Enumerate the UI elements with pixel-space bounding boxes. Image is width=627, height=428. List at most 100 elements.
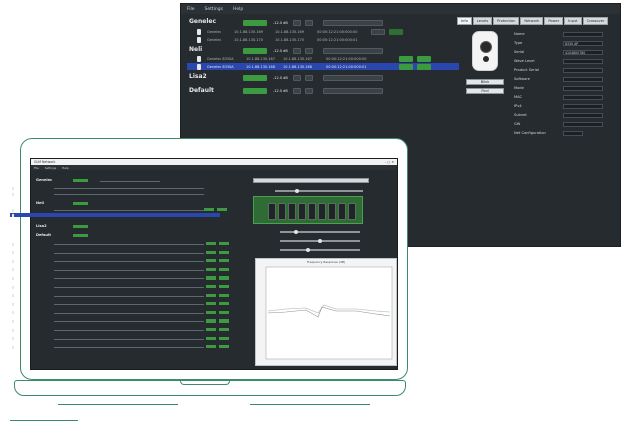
laptop-device-btn[interactable]: [206, 345, 216, 349]
laptop-device-btn[interactable]: [219, 242, 229, 246]
laptop-device-btn[interactable]: [219, 319, 229, 323]
laptop-device-btn[interactable]: [219, 285, 229, 289]
laptop-selected-device-row[interactable]: [10, 213, 220, 217]
group-lisa2-profile-select[interactable]: [323, 75, 383, 81]
group-lisa2-power-button[interactable]: [243, 75, 267, 81]
laptop-device-btn[interactable]: [219, 345, 229, 349]
laptop-device-btn[interactable]: [219, 336, 229, 340]
blink-button[interactable]: Blink: [466, 79, 504, 85]
group-genelec[interactable]: Genelec: [189, 18, 216, 25]
tab-protection[interactable]: Protection: [493, 17, 520, 25]
tab-network[interactable]: Network: [520, 17, 544, 25]
group-lisa2[interactable]: Lisa2: [189, 73, 207, 80]
device-name[interactable]: Genelec: [207, 30, 221, 34]
group-default[interactable]: Default: [189, 87, 214, 94]
laptop-group-genelec[interactable]: Genelec: [36, 178, 52, 182]
group-neli-power-button[interactable]: [243, 48, 267, 54]
device-name[interactable]: Genelec 8330A: [207, 57, 234, 61]
group-neli-profile-select[interactable]: [323, 48, 383, 54]
window-controls[interactable]: – □ ×: [385, 160, 394, 164]
eq-band-cell[interactable]: [278, 203, 286, 220]
group-default-power-button[interactable]: [243, 88, 267, 94]
laptop-device-btn[interactable]: [219, 302, 229, 306]
laptop-slider[interactable]: [280, 229, 360, 234]
laptop-tab-strip[interactable]: [253, 178, 369, 183]
device-btn-a[interactable]: [399, 64, 413, 70]
laptop-device-btn[interactable]: [206, 259, 216, 263]
tab-levels[interactable]: Levels: [472, 17, 493, 25]
group-genelec-dim[interactable]: [305, 20, 313, 26]
eq-band-cell[interactable]: [308, 203, 316, 220]
laptop-group-row-detail: [100, 181, 160, 182]
laptop-device-btn[interactable]: [219, 328, 229, 332]
device-btn-b[interactable]: [417, 56, 431, 62]
device-name[interactable]: Genelec 8330A: [207, 65, 234, 69]
tab-power[interactable]: Power: [544, 17, 564, 25]
laptop-group-default[interactable]: Default: [36, 233, 51, 237]
laptop-device-btn[interactable]: [204, 208, 214, 212]
eq-band-cell[interactable]: [298, 203, 306, 220]
laptop-device-btn[interactable]: [206, 319, 216, 323]
laptop-device-btn[interactable]: [219, 276, 229, 280]
info-value-name[interactable]: [563, 32, 603, 37]
tab-info[interactable]: Info: [457, 17, 472, 25]
laptop-device-btn[interactable]: [206, 276, 216, 280]
eq-band-cell[interactable]: [288, 203, 296, 220]
laptop-device-btn[interactable]: [206, 328, 216, 332]
laptop-device-btn[interactable]: [206, 293, 216, 297]
tab-crossover[interactable]: Crossover: [582, 17, 609, 25]
laptop-device-btn[interactable]: [219, 250, 229, 254]
eq-band-cell[interactable]: [348, 203, 356, 220]
device-name[interactable]: Genelec: [207, 38, 221, 42]
laptop-group-power[interactable]: [73, 234, 88, 238]
eq-band-cell[interactable]: [328, 203, 336, 220]
laptop-group-power[interactable]: [73, 179, 88, 183]
laptop-group-power[interactable]: [73, 225, 88, 229]
group-default-profile-select[interactable]: [323, 88, 383, 94]
laptop-device-btn[interactable]: [206, 250, 216, 254]
laptop-slider[interactable]: [275, 188, 363, 193]
laptop-device-btn[interactable]: [219, 259, 229, 263]
device-btn-a[interactable]: [399, 56, 413, 62]
laptop-device-btn[interactable]: [219, 310, 229, 314]
laptop-group-neli[interactable]: Neli: [36, 201, 44, 205]
laptop-device-btn[interactable]: [217, 208, 227, 212]
laptop-slider[interactable]: [280, 247, 360, 252]
group-neli-dim[interactable]: [305, 48, 313, 54]
laptop-device-btn[interactable]: [206, 242, 216, 246]
group-lisa2-dim[interactable]: [305, 75, 313, 81]
laptop-device-btn[interactable]: [206, 267, 216, 271]
laptop-device-btn[interactable]: [206, 302, 216, 306]
find-button[interactable]: Find: [466, 88, 504, 94]
laptop-device-btn[interactable]: [206, 285, 216, 289]
info-value-net-config[interactable]: [563, 131, 583, 136]
laptop-device-btn[interactable]: [219, 293, 229, 297]
eq-band-cell[interactable]: [268, 203, 276, 220]
device-btn-a[interactable]: [371, 29, 385, 35]
laptop-group-power[interactable]: [73, 202, 88, 206]
laptop-slider[interactable]: [280, 238, 360, 243]
menu-settings[interactable]: Settings: [45, 166, 56, 170]
group-neli-mute[interactable]: [293, 48, 301, 54]
group-genelec-mute[interactable]: [293, 20, 301, 26]
laptop-device-btn[interactable]: [206, 336, 216, 340]
group-default-mute[interactable]: [293, 88, 301, 94]
group-lisa2-mute[interactable]: [293, 75, 301, 81]
menu-file[interactable]: File: [187, 7, 195, 12]
eq-band-cell[interactable]: [338, 203, 346, 220]
group-genelec-profile-select[interactable]: [323, 20, 383, 26]
menu-file[interactable]: File: [34, 166, 39, 170]
menu-help[interactable]: Help: [233, 7, 243, 12]
menu-help[interactable]: Help: [62, 166, 68, 170]
laptop-device-btn[interactable]: [206, 310, 216, 314]
eq-band-cell[interactable]: [318, 203, 326, 220]
laptop-group-lisa2[interactable]: Lisa2: [36, 224, 47, 228]
menu-settings[interactable]: Settings: [205, 7, 223, 12]
tab-input[interactable]: Input: [564, 17, 582, 25]
group-neli[interactable]: Neli: [189, 46, 202, 53]
device-btn-b[interactable]: [389, 29, 403, 35]
group-default-dim[interactable]: [305, 88, 313, 94]
group-genelec-power-button[interactable]: [243, 20, 267, 26]
laptop-device-btn[interactable]: [219, 267, 229, 271]
device-btn-b[interactable]: [417, 64, 431, 70]
